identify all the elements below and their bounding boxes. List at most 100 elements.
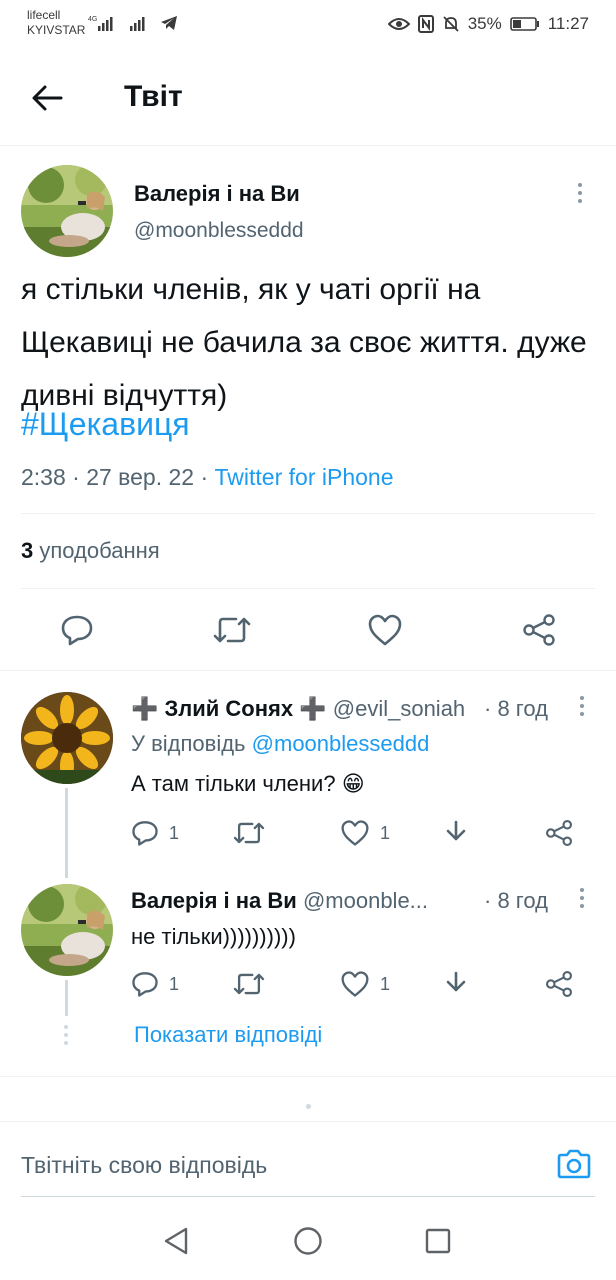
reply-to-label: У відповідь bbox=[131, 731, 246, 756]
nav-back-button[interactable] bbox=[160, 1225, 192, 1257]
share-button[interactable] bbox=[545, 966, 573, 1002]
separator bbox=[0, 1076, 616, 1077]
reply-time: · 8 год bbox=[484, 696, 548, 721]
retweet-button[interactable] bbox=[232, 966, 266, 1002]
retweet-button[interactable] bbox=[204, 602, 260, 658]
mute-icon bbox=[443, 16, 459, 32]
like-icon bbox=[341, 971, 369, 997]
reply-author-handle[interactable]: @evil_soniah bbox=[333, 696, 465, 721]
retweet-icon bbox=[233, 822, 265, 844]
tweet-timestamp: 2:38 · 27 вер. 22 · bbox=[21, 464, 215, 490]
reply-author-name[interactable]: ➕ Злий Сонях ➕ bbox=[131, 696, 327, 721]
battery-percent: 35% bbox=[467, 14, 502, 33]
avatar[interactable] bbox=[21, 884, 113, 976]
download-button[interactable] bbox=[443, 966, 469, 1002]
camera-icon bbox=[557, 1149, 591, 1179]
top-bar: Твіт bbox=[0, 50, 616, 146]
divider bbox=[21, 513, 595, 514]
reply-icon bbox=[132, 972, 158, 997]
nfc-icon bbox=[417, 15, 434, 33]
sunflower-avatar bbox=[21, 692, 113, 784]
divider bbox=[21, 588, 595, 589]
like-icon bbox=[341, 820, 369, 846]
reply-header: ➕ Злий Сонях ➕ @evil_soniah bbox=[131, 696, 465, 722]
reply-header: Валерія і на Ви @moonble... bbox=[131, 888, 428, 914]
reply-actions: 1 1 bbox=[131, 815, 591, 851]
reply-icon bbox=[61, 615, 93, 646]
reply-text: А там тільки члени? 😁 bbox=[131, 771, 365, 796]
retweet-icon bbox=[213, 617, 251, 643]
reply-author-handle[interactable]: @moonble... bbox=[303, 888, 428, 913]
tweet-meta: 2:38 · 27 вер. 22 · Twitter for iPhone bbox=[21, 464, 394, 491]
nav-home-button[interactable] bbox=[292, 1225, 324, 1257]
nav-recents-icon bbox=[425, 1228, 451, 1254]
reply-icon bbox=[132, 821, 158, 846]
svg-text:4G: 4G bbox=[88, 16, 97, 23]
reply-count: 1 bbox=[169, 822, 180, 843]
reply-button[interactable]: 1 bbox=[131, 815, 179, 851]
likes-label: уподобання bbox=[39, 538, 160, 563]
like-button[interactable] bbox=[357, 602, 413, 658]
reply-to-handle[interactable]: @moonblesseddd bbox=[252, 731, 430, 756]
like-button[interactable]: 1 bbox=[340, 815, 390, 851]
like-count: 1 bbox=[380, 822, 391, 843]
reply-composer: Твітніть свою відповідь bbox=[0, 1121, 616, 1199]
back-button[interactable] bbox=[27, 78, 67, 118]
author-handle[interactable]: @moonblesseddd bbox=[134, 219, 304, 243]
reply-input[interactable]: Твітніть свою відповідь bbox=[21, 1152, 267, 1179]
reply-count: 1 bbox=[169, 973, 180, 994]
clock: 11:27 bbox=[547, 14, 589, 33]
share-icon bbox=[523, 614, 555, 646]
reply-text: не тільки)))))))))) bbox=[131, 924, 296, 949]
reply-button[interactable] bbox=[49, 602, 105, 658]
avatar[interactable] bbox=[21, 165, 113, 257]
tweet-text: я стільки членів, як у чаті оргії на Щек… bbox=[21, 273, 587, 412]
reply-actions: 1 1 bbox=[131, 966, 591, 1002]
camera-button[interactable] bbox=[554, 1144, 594, 1184]
system-nav-bar bbox=[0, 1199, 616, 1280]
likes-number: 3 bbox=[21, 538, 34, 563]
share-button[interactable] bbox=[511, 602, 567, 658]
status-bar: lifecell KYIVSTAR 4G 35% 11:27 bbox=[0, 0, 616, 50]
hashtag-link[interactable]: #Щекавиця bbox=[21, 406, 190, 443]
more-icon[interactable] bbox=[578, 183, 582, 203]
separator bbox=[0, 670, 616, 671]
thread-dots bbox=[64, 1025, 68, 1045]
retweet-button[interactable] bbox=[232, 815, 266, 851]
avatar-photo bbox=[21, 884, 113, 976]
share-button[interactable] bbox=[545, 815, 573, 851]
more-icon[interactable] bbox=[580, 888, 584, 908]
author-name[interactable]: Валерія і на Ви bbox=[134, 181, 300, 207]
scroll-indicator bbox=[306, 1104, 311, 1109]
page-title: Твіт bbox=[124, 80, 183, 113]
share-icon bbox=[545, 970, 573, 998]
status-left-icons: 4G bbox=[88, 13, 178, 33]
carrier-1: lifecell bbox=[27, 8, 61, 22]
signal-icon: 4G bbox=[88, 16, 113, 31]
download-icon bbox=[446, 820, 466, 841]
eye-icon bbox=[387, 18, 410, 30]
signal-2-icon bbox=[130, 17, 145, 31]
reply-author-name[interactable]: Валерія і на Ви bbox=[131, 888, 297, 913]
like-button[interactable]: 1 bbox=[340, 966, 390, 1002]
thread-line bbox=[65, 788, 68, 878]
nav-home-icon bbox=[294, 1227, 322, 1255]
nav-recents-button[interactable] bbox=[422, 1225, 454, 1257]
reply-to: У відповідь @moonblesseddd bbox=[131, 731, 429, 757]
carrier-2: KYIVSTAR bbox=[27, 23, 86, 37]
telegram-icon bbox=[161, 16, 177, 30]
like-count: 1 bbox=[380, 973, 391, 994]
reply-button[interactable]: 1 bbox=[131, 966, 179, 1002]
likes-count[interactable]: 3 уподобання bbox=[21, 538, 160, 564]
avatar[interactable] bbox=[21, 692, 113, 784]
retweet-icon bbox=[233, 973, 265, 995]
composer-underline bbox=[21, 1196, 595, 1197]
download-button[interactable] bbox=[443, 815, 469, 851]
thread-line bbox=[65, 980, 68, 1016]
tweet-source-link[interactable]: Twitter for iPhone bbox=[215, 464, 394, 490]
tweet-actions bbox=[0, 602, 616, 662]
reply-time: · 8 год bbox=[484, 888, 548, 913]
nav-back-icon bbox=[164, 1227, 188, 1255]
show-replies-link[interactable]: Показати відповіді bbox=[134, 1022, 322, 1048]
more-icon[interactable] bbox=[580, 696, 584, 716]
